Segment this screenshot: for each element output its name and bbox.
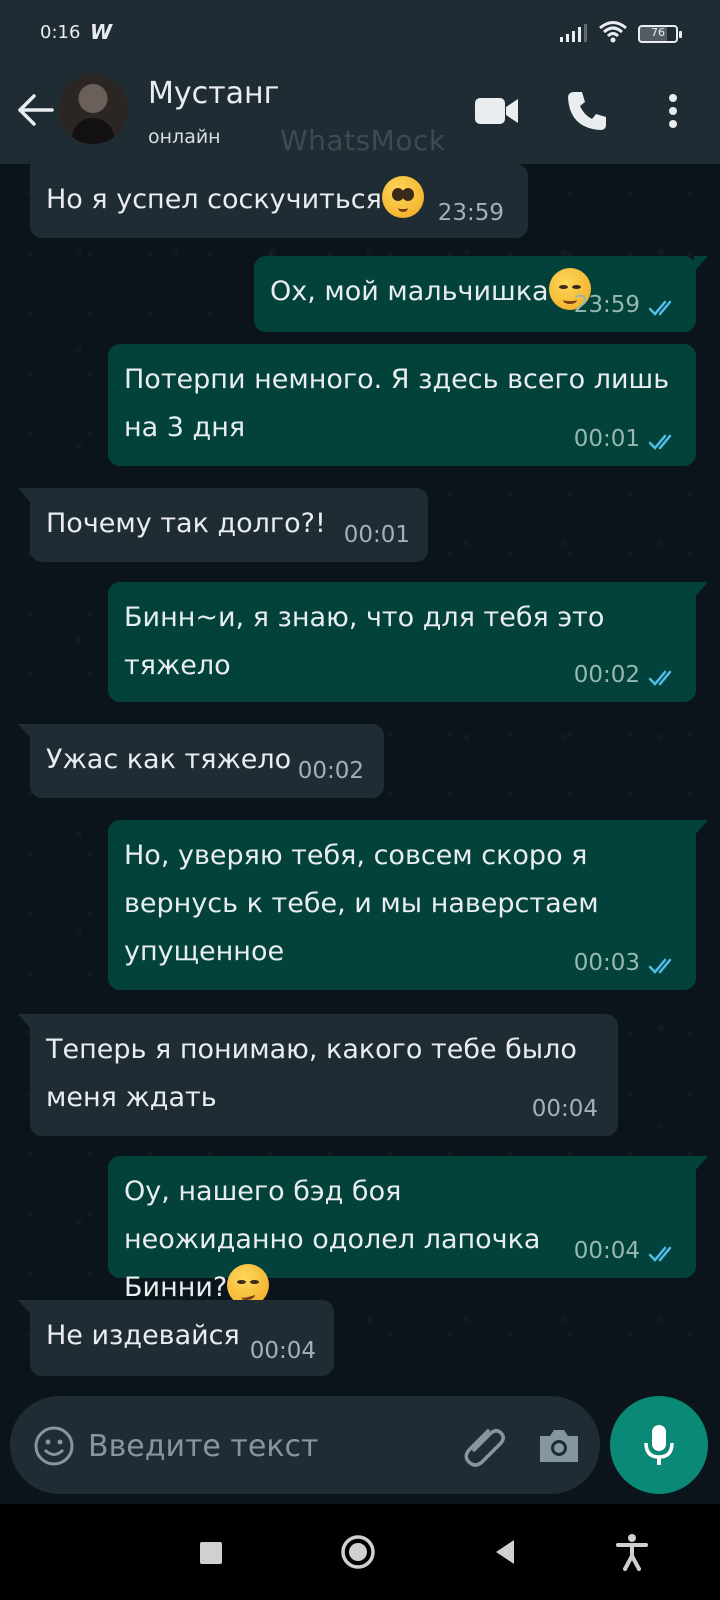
message-incoming[interactable]: Теперь я понимаю, какого тебе было меня … [18, 1014, 618, 1136]
video-call-icon[interactable] [472, 86, 522, 136]
read-ticks-icon [648, 670, 672, 686]
message-text: Теперь я понимаю, какого тебе было меня … [46, 1034, 577, 1113]
message-incoming[interactable]: Ужас как тяжело 00:02 [18, 724, 384, 798]
system-navigation-bar [0, 1504, 720, 1600]
message-time: 00:04 [249, 1338, 316, 1364]
read-ticks-icon [648, 434, 672, 450]
message-incoming[interactable]: Почему так долго?! 00:01 [18, 488, 428, 562]
message-list[interactable]: Но я успел соскучиться 23:59 Ох, мой мал… [0, 164, 720, 1386]
message-time: 00:04 [573, 1238, 640, 1264]
message-time: 00:02 [573, 662, 640, 688]
message-time: 00:02 [297, 758, 364, 784]
message-composer [10, 1396, 600, 1494]
wifi-icon [599, 21, 627, 43]
message-outgoing[interactable]: Ох, мой мальчишка 23:59 [254, 256, 708, 332]
battery-level: 76 [651, 26, 665, 39]
message-time: 23:59 [573, 292, 640, 318]
message-text: Оу, нашего бэд боя неожиданно одолел лап… [124, 1176, 541, 1303]
signal-icon [560, 24, 587, 42]
message-outgoing[interactable]: Но, уверяю тебя, совсем скоро я вернусь … [108, 820, 708, 990]
home-icon[interactable] [338, 1532, 378, 1572]
chat-header: Мустанг онлайн WhatsMock [0, 56, 720, 164]
read-ticks-icon [648, 300, 672, 316]
contact-status: онлайн [148, 126, 221, 148]
pleading-face-emoji-icon [381, 176, 424, 218]
phone-call-icon[interactable] [562, 86, 612, 136]
microphone-icon [644, 1425, 674, 1465]
message-incoming[interactable]: Не издевайся 00:04 [18, 1300, 334, 1376]
read-ticks-icon [648, 1246, 672, 1262]
watermark: WhatsMock [280, 124, 446, 157]
contact-name[interactable]: Мустанг [148, 76, 279, 111]
message-text: Ох, мой мальчишка [270, 276, 549, 307]
message-time: 00:01 [343, 522, 410, 548]
avatar[interactable] [58, 74, 128, 144]
message-outgoing[interactable]: Потерпи немного. Я здесь всего лишь на 3… [108, 344, 696, 466]
back-nav-icon[interactable] [486, 1532, 526, 1572]
message-input[interactable] [86, 1418, 430, 1474]
message-outgoing[interactable]: Оу, нашего бэд боя неожиданно одолел лап… [108, 1156, 708, 1306]
message-incoming[interactable]: Но я успел соскучиться 23:59 [30, 164, 528, 238]
message-time: 00:04 [531, 1096, 598, 1122]
message-outgoing[interactable]: Бинн~и, я знаю, что для тебя это тяжело … [108, 582, 708, 702]
attach-icon[interactable] [460, 1420, 510, 1470]
message-time: 00:03 [573, 950, 640, 976]
message-time: 23:59 [437, 200, 504, 226]
app-indicator-icon: W [90, 20, 113, 44]
voice-record-button[interactable] [610, 1396, 708, 1494]
more-vert-icon[interactable] [648, 86, 698, 136]
accessibility-icon[interactable] [612, 1532, 652, 1572]
message-time: 00:01 [573, 426, 640, 452]
recent-apps-icon[interactable] [190, 1532, 230, 1572]
back-arrow-icon[interactable] [14, 88, 58, 132]
battery-icon: 76 [638, 25, 682, 43]
message-text: Но я успел соскучиться [46, 184, 382, 215]
emoji-icon[interactable] [32, 1424, 76, 1468]
status-bar: 0:16 W 76 [0, 0, 720, 56]
read-ticks-icon [648, 958, 672, 974]
camera-icon[interactable] [534, 1420, 584, 1470]
status-time: 0:16 [40, 22, 81, 43]
